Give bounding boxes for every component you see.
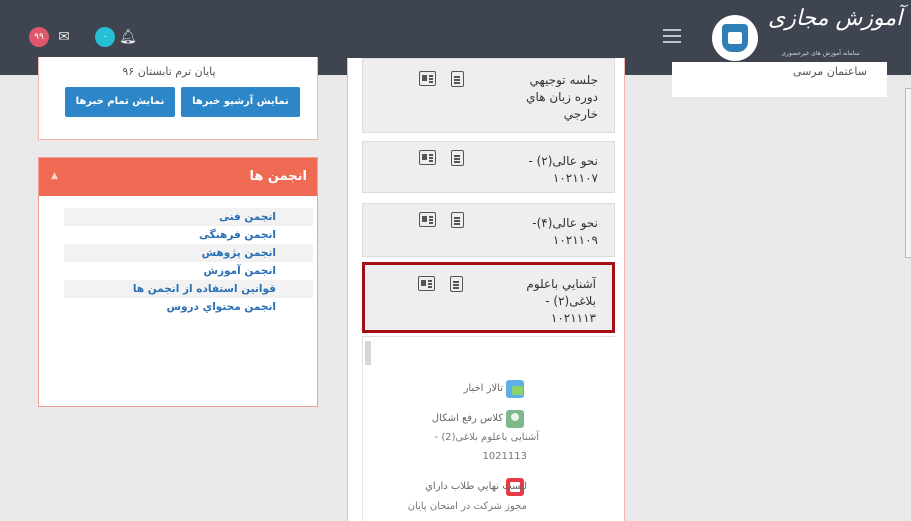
- course-card[interactable]: نحو عالی(۴)- ۱۰۲۱۱۰۹: [362, 203, 615, 257]
- forum-link-technical[interactable]: انجمن فنی: [64, 208, 313, 226]
- menu-toggle-button[interactable]: [663, 29, 681, 43]
- forums-panel: انجمن ها ▲ انجمن فنی انجمن فرهنگی انجمن …: [38, 157, 318, 407]
- document-icon[interactable]: [451, 150, 464, 166]
- course-list-column: جلسه توجيهي دوره زبان هاي خارجي نحو عالی…: [347, 58, 625, 521]
- final-list-link[interactable]: ليست نهايي طلاب داراي: [425, 477, 527, 497]
- course-title-line: جلسه توجيهي: [529, 73, 598, 87]
- final-list-subtitle[interactable]: مجوز شركت در امتحان پايان: [408, 497, 527, 517]
- course-title-line: خارجي: [563, 107, 598, 121]
- course-title-line: نحو عالی(۴)-: [532, 216, 598, 230]
- document-icon[interactable]: [450, 276, 463, 292]
- forum-link-rules[interactable]: قوانین استفاده از انجمن ها: [64, 280, 313, 298]
- forum-icon: [506, 380, 524, 398]
- messages-badge[interactable]: ۹۹: [29, 27, 49, 47]
- course-title-line: ۱۰۲۱۱۰۷: [552, 171, 598, 185]
- brand-subtitle: سامانه آموزش های غیرحضوری: [781, 50, 860, 57]
- bell-icon[interactable]: 🔔︎: [118, 27, 138, 47]
- newspaper-icon[interactable]: [419, 212, 436, 227]
- show-all-news-button[interactable]: نمایش تمام خبرها: [65, 87, 175, 117]
- course-title[interactable]: نحو عالی(۴)- ۱۰۲۱۱۰۹: [488, 215, 598, 249]
- course-title[interactable]: آشنايي باعلوم بلاغی(۲) - ۱۰۲۱۱۱۳: [486, 276, 596, 327]
- envelope-open-icon[interactable]: ✉: [54, 27, 74, 47]
- course-card-selected[interactable]: آشنايي باعلوم بلاغی(۲) - ۱۰۲۱۱۱۳: [362, 262, 615, 333]
- course-title[interactable]: نحو عالی(۲) - ۱۰۲۱۱۰۷: [488, 153, 598, 187]
- notifications-badge[interactable]: ۰: [95, 27, 115, 47]
- brand-title[interactable]: آموزش مجازی: [768, 6, 902, 31]
- course-title-line: ۱۰۲۱۱۱۳: [550, 311, 596, 325]
- course-title-line: نحو عالی(۲) -: [528, 154, 598, 168]
- course-card[interactable]: نحو عالی(۲) - ۱۰۲۱۱۰۷: [362, 141, 615, 193]
- forum-link-research[interactable]: انجمن پژوهش: [64, 244, 313, 262]
- document-icon[interactable]: [451, 212, 464, 228]
- newspaper-icon[interactable]: [419, 150, 436, 165]
- help-class-link[interactable]: کلاس رفع اشکال: [432, 409, 503, 429]
- logo-emblem[interactable]: [712, 15, 758, 61]
- side-menu-card: ساعتمان مرسی: [672, 62, 887, 97]
- side-menu-text: ساعتمان مرسی: [792, 65, 867, 78]
- user-icon: [506, 410, 524, 428]
- course-title-line: ۱۰۲۱۱۰۹: [552, 233, 598, 247]
- forum-link-cultural[interactable]: انجمن فرهنگی: [64, 226, 313, 244]
- newspaper-icon[interactable]: [418, 276, 435, 291]
- help-class-course[interactable]: آشنایی باعلوم بلاغی(2) -: [435, 428, 539, 448]
- forum-link-education[interactable]: انجمن آموزش: [64, 262, 313, 280]
- course-card[interactable]: جلسه توجيهي دوره زبان هاي خارجي: [362, 58, 615, 133]
- course-activities-panel: تالار اخبار کلاس رفع اشکال آشنایی باعلوم…: [362, 336, 615, 521]
- course-title-line: آشنايي باعلوم: [526, 277, 596, 291]
- news-panel: پایان ترم تابستان ۹۶ نمایش آرشیو خبرها ن…: [38, 57, 318, 140]
- show-news-archive-button[interactable]: نمایش آرشیو خبرها: [181, 87, 300, 117]
- news-term-text: پایان ترم تابستان ۹۶: [122, 65, 216, 78]
- collapse-caret-icon[interactable]: ▲: [51, 171, 58, 181]
- newspaper-icon[interactable]: [419, 71, 436, 86]
- side-scroll-tab[interactable]: [905, 88, 911, 258]
- forums-panel-title: انجمن ها: [249, 169, 307, 184]
- course-title[interactable]: جلسه توجيهي دوره زبان هاي خارجي: [488, 72, 598, 123]
- course-title-line: دوره زبان هاي: [526, 90, 598, 104]
- document-icon[interactable]: [451, 71, 464, 87]
- scrollbar-thumb[interactable]: [365, 341, 371, 365]
- news-forum-link[interactable]: تالار اخبار: [464, 379, 503, 399]
- forums-panel-header: انجمن ها ▲: [39, 158, 317, 196]
- course-title-line: بلاغی(۲) -: [545, 294, 596, 308]
- help-class-code[interactable]: 1021113: [482, 447, 527, 467]
- forum-link-course-content[interactable]: انجمن محتواي دروس: [64, 298, 313, 316]
